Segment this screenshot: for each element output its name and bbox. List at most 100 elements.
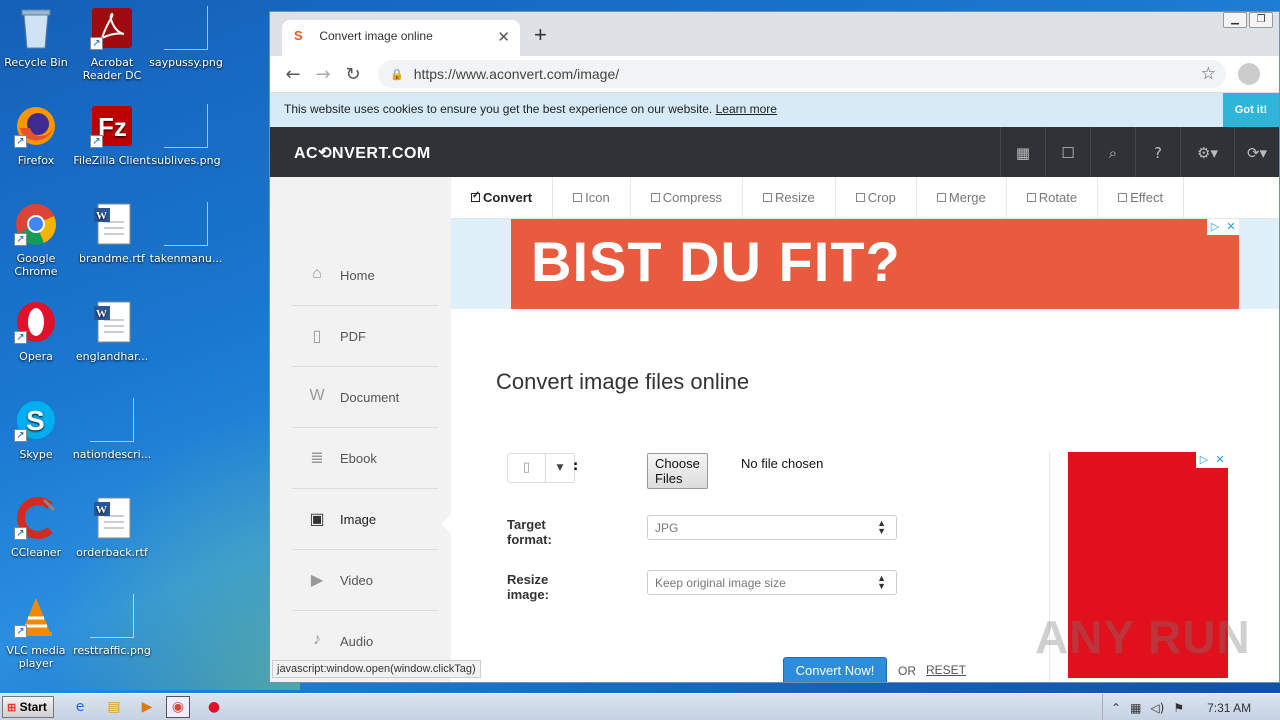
minimize-button[interactable]: ▁ (1223, 12, 1247, 28)
desktop-icon-recycle-bin[interactable]: Recycle Bin (0, 6, 76, 69)
tab-compress[interactable]: Compress (631, 177, 743, 219)
desktop-icon-nationdescri[interactable]: nationdescri... (72, 398, 152, 461)
vlc-icon: ↗ (14, 594, 58, 638)
desktop-icon-acrobat[interactable]: ↗ Acrobat Reader DC (72, 6, 152, 82)
profile-avatar[interactable] (1238, 63, 1260, 85)
banner-ad[interactable]: BIST DU FIT? ▷ ✕ (511, 219, 1239, 309)
clock[interactable]: 7:31 AM (1207, 701, 1251, 715)
desktop-icon-chrome[interactable]: ↗ Google Chrome (0, 202, 76, 278)
tab-effect[interactable]: Effect (1098, 177, 1185, 219)
sidebar-item-image[interactable]: ▣ Image (292, 489, 438, 550)
media-player-icon[interactable]: ▶ (135, 697, 159, 717)
ad-choices: ▷ ✕ (1196, 452, 1228, 468)
svg-text:W: W (96, 308, 107, 320)
convert-now-button[interactable]: Convert Now! (783, 657, 887, 682)
desktop-icon-filezilla[interactable]: Fz ↗ FileZilla Client (72, 104, 152, 167)
adchoices-icon[interactable]: ▷ (1196, 452, 1212, 468)
sidebar-item-pdf[interactable]: ▯ PDF (292, 306, 438, 367)
desktop-icon-brandme[interactable]: W brandme.rtf (72, 202, 152, 265)
desktop-icon-resttraffic[interactable]: resttraffic.png (72, 594, 152, 657)
checkbox-icon (855, 193, 865, 202)
ad-choices: ▷ ✕ (1207, 219, 1239, 235)
tab-close-icon[interactable]: ✕ (497, 28, 510, 46)
desktop-icon-skype[interactable]: S ↗ Skype (0, 398, 76, 461)
sidebar-item-home[interactable]: ⌂ Home (292, 245, 438, 306)
png-file-icon (90, 594, 134, 638)
refresh-menu-icon[interactable]: ⟳▾ (1234, 127, 1279, 179)
chrome-icon: ↗ (14, 202, 58, 246)
browser-tab[interactable]: S Convert image online ✕ (282, 20, 520, 56)
volume-icon[interactable]: ◁) (1150, 701, 1164, 715)
resize-image-select[interactable]: Keep original image size ▲ ▼ (647, 570, 897, 595)
maximize-button[interactable]: ❐ (1249, 12, 1273, 28)
desktop-icon-takenmanu[interactable]: takenmanu... (146, 202, 226, 265)
site-logo[interactable]: AC⟲NVERT.COM (294, 143, 431, 163)
acrobat-icon: ↗ (90, 6, 134, 50)
desktop-icon-ccleaner[interactable]: ↗ CCleaner (0, 496, 76, 559)
select-arrows-icon: ▲ ▼ (877, 573, 886, 591)
desktop-icon-opera[interactable]: ↗ Opera (0, 300, 76, 363)
target-format-select[interactable]: JPG ▲ ▼ (647, 515, 897, 540)
tab-rotate[interactable]: Rotate (1007, 177, 1099, 219)
start-button[interactable]: ⊞ Start (2, 696, 54, 718)
desktop-icon-sublives[interactable]: sublives.png (146, 104, 226, 167)
checkbox-icon (1026, 193, 1036, 202)
desktop-icon-saypussy[interactable]: saypussy.png (146, 6, 226, 69)
learn-more-link[interactable]: Learn more (716, 102, 777, 116)
sidebar-item-document[interactable]: W Document (292, 367, 438, 428)
category-sidebar: ⌂ Home ▯ PDF W Document ≣ Ebook ▣ Image … (270, 177, 451, 682)
reload-button[interactable]: ↻ (338, 64, 368, 85)
site-favicon-icon: S (294, 28, 303, 43)
tray-expand-icon[interactable]: ⌃ (1111, 701, 1121, 715)
ad-close-icon[interactable]: ✕ (1223, 219, 1239, 235)
svg-text:W: W (96, 210, 107, 222)
search-icon[interactable]: ⌕ (1090, 127, 1135, 179)
back-button[interactable]: ← (278, 64, 308, 85)
pdf-icon: ▯ (312, 328, 322, 345)
windows-logo-icon: ⊞ (7, 702, 17, 714)
got-it-button[interactable]: Got it! (1223, 93, 1279, 127)
page-title: Convert image files online (496, 369, 750, 394)
sidebar-item-video[interactable]: ▶ Video (292, 550, 438, 611)
language-icon[interactable]: ⚙▾ (1180, 127, 1234, 179)
address-bar[interactable]: 🔒 https://www.aconvert.com/image/ ☆ (378, 60, 1226, 88)
tab-convert[interactable]: Convert (451, 177, 554, 219)
new-tab-button[interactable]: + (534, 22, 547, 48)
home-icon: ⌂ (312, 265, 322, 282)
bookmark-icon[interactable]: ☐ (1045, 127, 1090, 179)
target-format-label: Target format: (507, 517, 552, 547)
tab-resize[interactable]: Resize (743, 177, 836, 219)
checkbox-icon (471, 190, 480, 202)
sidebar-item-ebook[interactable]: ≣ Ebook (292, 428, 438, 489)
desktop-icon-firefox[interactable]: ↗ Firefox (0, 104, 76, 167)
tab-merge[interactable]: Merge (917, 177, 1007, 219)
flag-icon[interactable]: ⚑ (1173, 701, 1184, 715)
desktop-icon-vlc[interactable]: ↗ VLC media player (0, 594, 76, 670)
file-source-dropdown[interactable]: ▯ ▼ (507, 453, 575, 483)
tab-title: Convert image online (319, 29, 433, 43)
choose-files-button[interactable]: Choose Files (647, 453, 708, 489)
ad-close-icon[interactable]: ✕ (1212, 452, 1228, 468)
ie-icon[interactable]: e (68, 697, 92, 717)
png-file-icon (164, 6, 208, 50)
bookmark-star-icon[interactable]: ☆ (1201, 64, 1216, 84)
network-icon[interactable]: ▦ (1130, 701, 1141, 715)
tab-icon[interactable]: Icon (553, 177, 631, 219)
chrome-taskbar-icon[interactable]: ◉ (166, 696, 190, 718)
forward-button[interactable]: → (308, 64, 338, 85)
desktop-icon-orderback[interactable]: W orderback.rtf (72, 496, 152, 559)
grid-menu-icon[interactable]: ▦ (1000, 127, 1045, 179)
explorer-icon[interactable]: ▤ (102, 697, 126, 717)
reset-link[interactable]: RESET (926, 663, 966, 677)
browser-toolbar: ← → ↻ 🔒 https://www.aconvert.com/image/ … (270, 56, 1279, 93)
word-doc-icon: W (90, 202, 134, 246)
opera-taskbar-icon[interactable]: ● (202, 697, 226, 717)
document-icon: W (309, 387, 325, 404)
adchoices-icon[interactable]: ▷ (1207, 219, 1223, 235)
help-icon[interactable]: ? (1135, 127, 1180, 179)
file-icon (90, 398, 134, 442)
select-arrows-icon: ▲ ▼ (877, 518, 886, 536)
skype-icon: S ↗ (14, 398, 58, 442)
tab-crop[interactable]: Crop (836, 177, 917, 219)
desktop-icon-englandhar[interactable]: W englandhar... (72, 300, 152, 363)
